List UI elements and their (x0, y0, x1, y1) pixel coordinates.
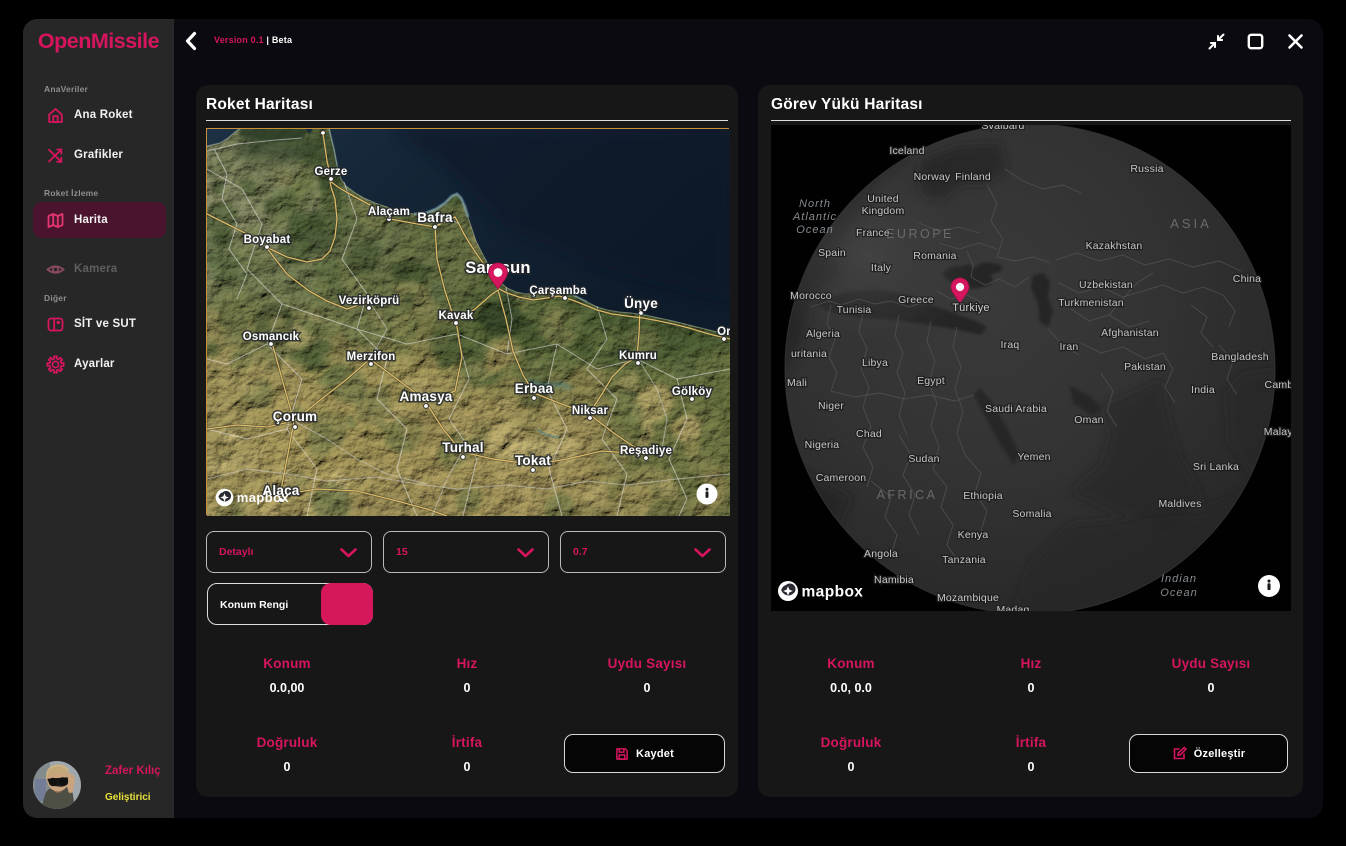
svg-text:Angola: Angola (864, 548, 898, 560)
svg-text:Libya: Libya (862, 357, 888, 369)
svg-text:Kenya: Kenya (958, 529, 989, 541)
svg-text:Egypt: Egypt (917, 375, 945, 387)
svg-text:United: United (867, 193, 899, 205)
svg-text:Tunisia: Tunisia (837, 304, 872, 316)
svg-text:Gerze: Gerze (315, 166, 348, 178)
svg-text:Finland: Finland (955, 171, 991, 183)
svg-text:Çarşamba: Çarşamba (529, 285, 587, 297)
svg-text:Atlantic: Atlantic (792, 211, 837, 223)
svg-text:AFRICA: AFRICA (877, 488, 938, 502)
svg-text:Kazakhstan: Kazakhstan (1086, 240, 1143, 252)
svg-text:Boyabat: Boyabat (244, 234, 291, 246)
svg-text:EUROPE: EUROPE (886, 227, 954, 241)
svg-text:Greece: Greece (898, 294, 934, 306)
svg-text:Indian: Indian (1161, 573, 1197, 585)
svg-text:Türkiye: Türkiye (952, 302, 989, 314)
svg-text:Kavak: Kavak (439, 310, 474, 322)
svg-text:mapbox: mapbox (237, 490, 290, 505)
svg-text:Malays: Malays (1264, 426, 1291, 438)
svg-text:Reşadiye: Reşadiye (620, 445, 672, 457)
svg-text:Ethiopia: Ethiopia (963, 490, 1003, 502)
svg-text:Niksar: Niksar (572, 405, 609, 417)
svg-text:Afghanistan: Afghanistan (1101, 327, 1159, 339)
svg-text:uritania: uritania (791, 348, 827, 360)
svg-text:Spain: Spain (818, 247, 846, 259)
svg-text:Ocean: Ocean (796, 224, 833, 236)
svg-text:Mozambique: Mozambique (937, 592, 999, 604)
svg-text:Italy: Italy (871, 262, 892, 274)
svg-text:Turkmenistan: Turkmenistan (1058, 297, 1124, 309)
svg-text:Norway: Norway (914, 171, 951, 183)
svg-text:Amasya: Amasya (400, 389, 453, 404)
svg-text:mapbox: mapbox (802, 583, 864, 600)
svg-text:Merzifon: Merzifon (347, 351, 396, 363)
svg-text:Iran: Iran (1060, 341, 1079, 353)
svg-text:India: India (1191, 384, 1215, 396)
svg-text:Kingdom: Kingdom (862, 205, 905, 217)
svg-text:Yemen: Yemen (1017, 451, 1050, 463)
svg-text:Cameroon: Cameroon (816, 472, 867, 484)
svg-text:Bangladesh: Bangladesh (1211, 351, 1268, 363)
svg-text:Gölköy: Gölköy (672, 386, 713, 398)
svg-text:Tokat: Tokat (515, 453, 551, 468)
svg-text:Morocco: Morocco (790, 290, 832, 302)
svg-text:Sudan: Sudan (908, 453, 939, 465)
svg-text:Niger: Niger (818, 400, 844, 412)
svg-text:France: France (856, 227, 890, 239)
svg-text:Çorum: Çorum (273, 409, 318, 424)
svg-text:Algeria: Algeria (806, 328, 840, 340)
svg-text:Maldives: Maldives (1158, 498, 1201, 510)
svg-text:Cambod: Cambod (1265, 379, 1291, 391)
svg-text:Ünye: Ünye (624, 296, 658, 311)
svg-text:Madag: Madag (996, 604, 1029, 611)
svg-text:Ocean: Ocean (1160, 587, 1197, 599)
svg-text:Namibia: Namibia (874, 574, 914, 586)
svg-text:Osmancık: Osmancık (243, 331, 300, 343)
svg-text:Romania: Romania (913, 250, 956, 262)
svg-text:ASIA: ASIA (1170, 216, 1212, 231)
svg-text:Svalbard: Svalbard (981, 125, 1024, 132)
svg-text:Somalia: Somalia (1012, 508, 1051, 520)
svg-text:Turhal: Turhal (442, 440, 483, 455)
svg-text:Pakistan: Pakistan (1124, 361, 1166, 373)
svg-text:Mali: Mali (787, 377, 807, 389)
svg-text:Alaçam: Alaçam (368, 206, 410, 218)
svg-text:Oman: Oman (1074, 414, 1103, 426)
svg-text:Iceland: Iceland (889, 145, 924, 157)
svg-text:Sri Lanka: Sri Lanka (1193, 461, 1239, 473)
svg-text:Bafra: Bafra (417, 210, 453, 225)
svg-text:Uzbekistan: Uzbekistan (1079, 279, 1133, 291)
svg-text:Nigeria: Nigeria (805, 439, 840, 451)
svg-text:Chad: Chad (856, 428, 882, 440)
svg-text:Erbaa: Erbaa (515, 381, 554, 396)
svg-text:Saudi Arabia: Saudi Arabia (985, 403, 1047, 415)
svg-text:Kumru: Kumru (619, 350, 657, 362)
svg-text:Tanzania: Tanzania (942, 554, 986, 566)
svg-text:Russia: Russia (1130, 163, 1163, 175)
svg-text:Vezirköprü: Vezirköprü (339, 295, 400, 307)
svg-text:North: North (799, 198, 831, 210)
svg-text:Or: Or (717, 326, 730, 338)
svg-text:China: China (1233, 273, 1261, 285)
svg-text:Iraq: Iraq (1001, 339, 1020, 351)
